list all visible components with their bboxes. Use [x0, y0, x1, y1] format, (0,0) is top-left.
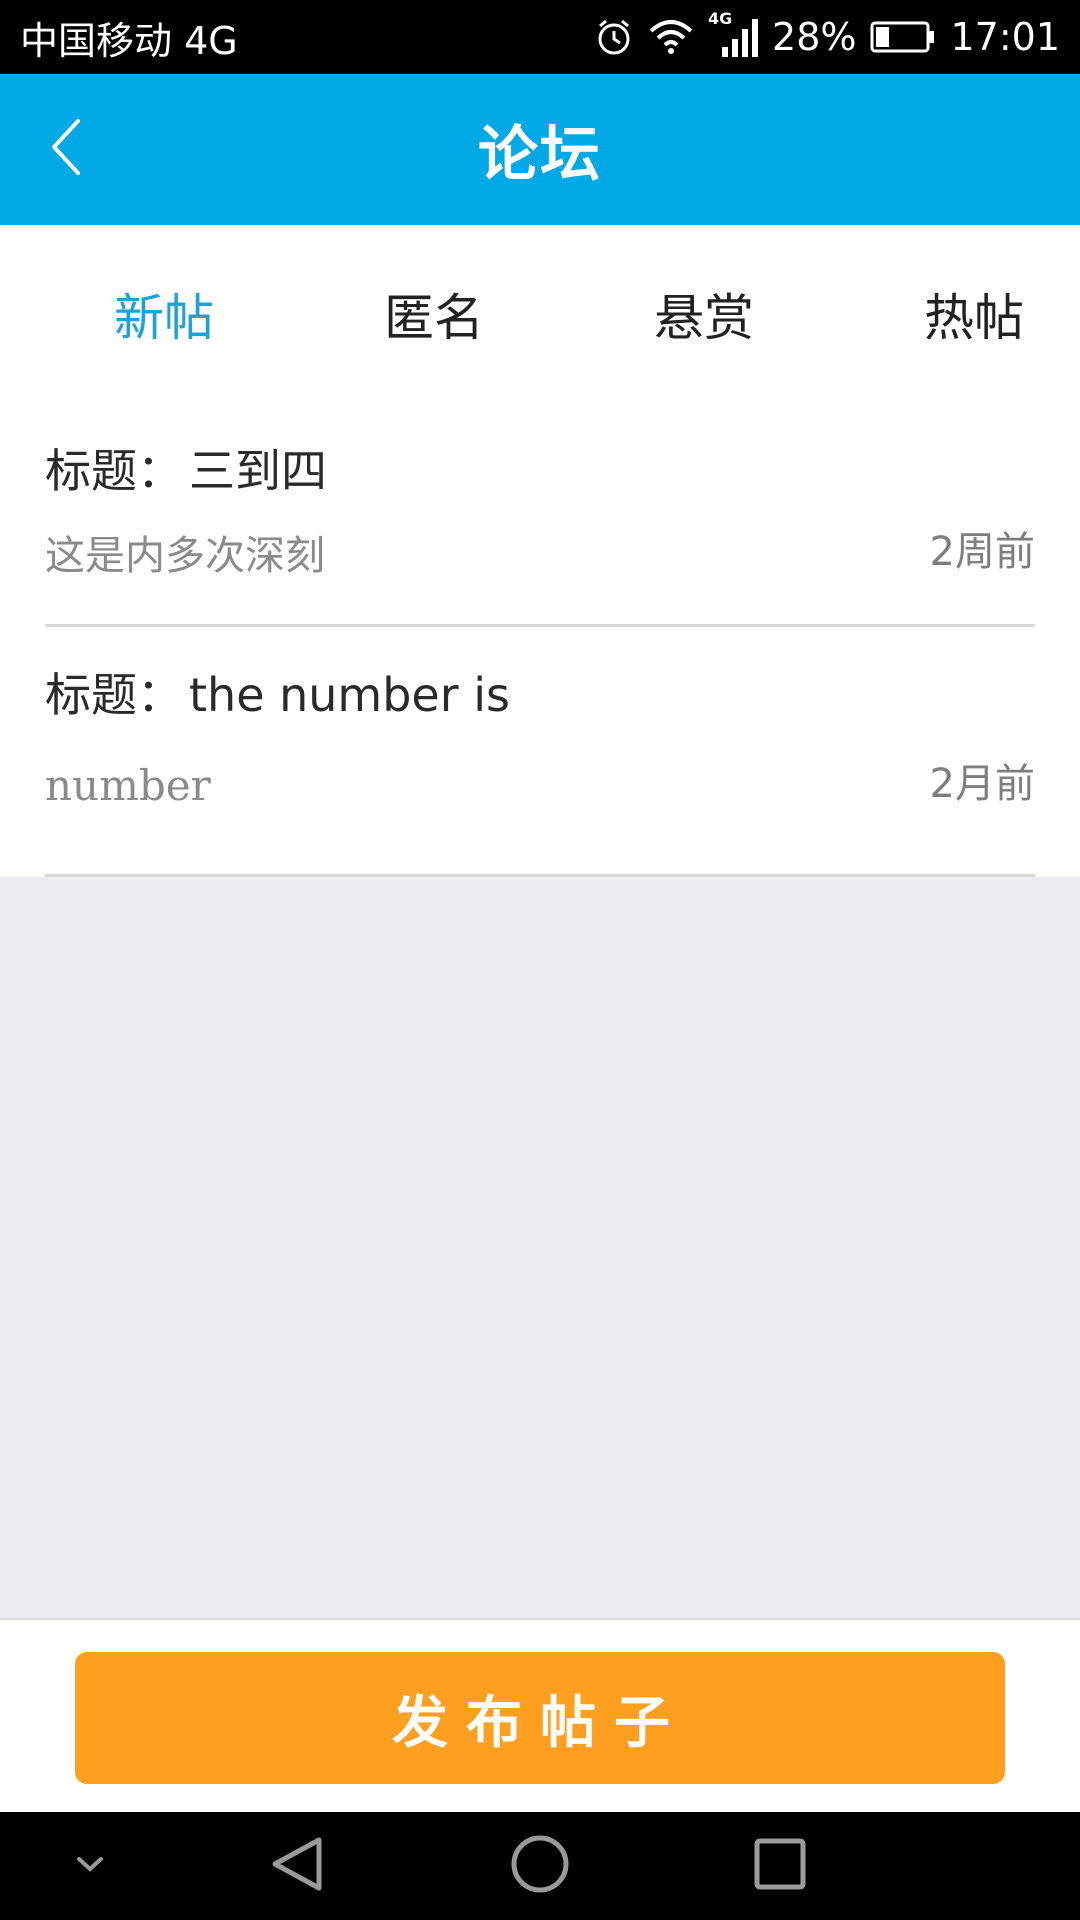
nav-home-button[interactable]	[505, 1812, 575, 1920]
post-item[interactable]: 标题： 三到四 这是内多次深刻 2周前	[45, 403, 1035, 627]
post-title-text: 三到四	[189, 444, 327, 498]
action-bar: 发布帖子	[0, 1618, 1080, 1812]
navigation-bar	[0, 1812, 1080, 1920]
post-title-text: the number is	[189, 668, 511, 722]
post-title-label: 标题：	[45, 668, 183, 722]
home-circle-icon	[510, 1834, 570, 1898]
back-triangle-icon	[269, 1834, 325, 1898]
carrier-label: 中国移动 4G	[20, 18, 238, 63]
post-title-label: 标题：	[45, 444, 183, 498]
alarm-icon	[594, 17, 634, 57]
post-title: 标题： 三到四	[45, 435, 327, 501]
tab-anonymous[interactable]: 匿名	[384, 225, 484, 403]
signal-icon: 4G	[708, 9, 759, 61]
forum-content: 新帖 匿名 悬赏 热帖 标题： 三到四 这是内多次深刻 2周前 标题： the nu…	[0, 225, 1080, 877]
post-excerpt: number	[45, 761, 211, 810]
battery-percent: 28%	[772, 15, 857, 59]
page-title: 论坛	[478, 120, 602, 190]
post-time: 2周前	[929, 529, 1035, 575]
status-left: 中国移动 4G	[20, 10, 238, 65]
post-title: 标题： the number is	[45, 659, 510, 725]
battery-icon	[870, 20, 936, 54]
wifi-icon	[648, 17, 694, 57]
tab-hot-posts[interactable]: 热帖	[924, 225, 1024, 403]
publish-post-button[interactable]: 发布帖子	[75, 1652, 1005, 1784]
tab-new-posts[interactable]: 新帖	[114, 225, 214, 403]
post-item[interactable]: 标题： the number is number 2月前	[45, 627, 1035, 877]
status-bar: 中国移动 4G 4G 28% 17:01	[0, 0, 1080, 74]
tab-bar: 新帖 匿名 悬赏 热帖	[0, 225, 1080, 403]
chevron-down-icon	[75, 1854, 105, 1878]
tab-bounty[interactable]: 悬赏	[654, 225, 754, 403]
clock: 17:01	[950, 15, 1060, 59]
status-right: 4G 28% 17:01	[594, 9, 1060, 61]
chevron-left-icon	[48, 117, 82, 181]
back-button[interactable]	[38, 110, 92, 188]
post-excerpt: 这是内多次深刻	[45, 533, 325, 579]
post-time: 2月前	[929, 761, 1035, 807]
hide-nav-button[interactable]	[60, 1812, 120, 1920]
nav-back-button[interactable]	[262, 1812, 332, 1920]
recent-square-icon	[752, 1836, 808, 1896]
app-header: 论坛	[0, 74, 1080, 225]
nav-recent-button[interactable]	[745, 1812, 815, 1920]
